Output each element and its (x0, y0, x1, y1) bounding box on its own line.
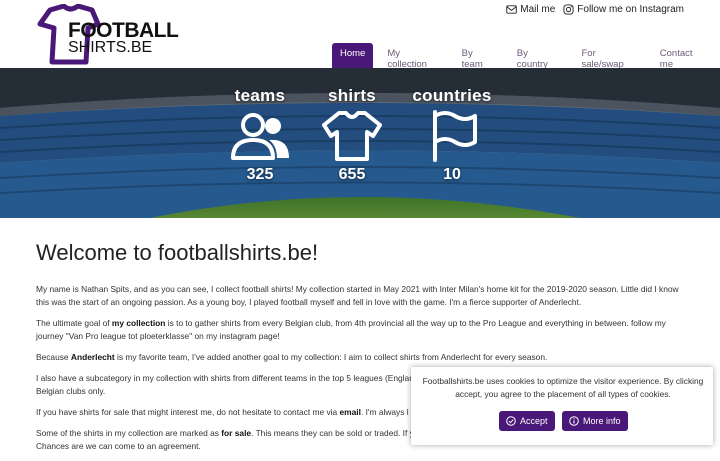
my-collection-link[interactable]: my collection (112, 318, 166, 328)
for-sale-link[interactable]: for sale (221, 428, 251, 438)
stat-shirts: shirts 655 (312, 86, 392, 184)
more-info-label: More info (583, 416, 621, 426)
stat-teams: teams 325 (220, 86, 300, 184)
accept-label: Accept (520, 416, 548, 426)
page-title: Welcome to footballshirts.be! (36, 240, 319, 265)
stat-shirts-label: shirts (327, 86, 377, 105)
check-circle-icon (506, 416, 516, 426)
stat-teams-value: 325 (246, 166, 274, 183)
hero-banner: teams 325 shirts 655 countries 10 (0, 68, 720, 218)
users-icon (231, 113, 289, 160)
info-circle-icon (569, 416, 579, 426)
stat-teams-label: teams (234, 86, 286, 105)
site-logo[interactable]: FOOTBALL SHIRTS.BE (36, 4, 179, 65)
anderlecht-link[interactable]: Anderlecht (71, 352, 115, 362)
stat-countries-value: 10 (443, 166, 461, 183)
intro-paragraph: My name is Nathan Spits, and as you can … (36, 284, 679, 307)
anderlecht-paragraph: Because Anderlecht is my favorite team, … (36, 352, 548, 362)
top-links: Mail me Follow me on Instagram (506, 4, 684, 15)
mail-icon (506, 5, 517, 14)
stat-countries-label: countries (412, 86, 492, 105)
more-info-button[interactable]: More info (562, 411, 628, 431)
mail-me-link[interactable]: Mail me (506, 4, 555, 15)
site-header: FOOTBALL SHIRTS.BE Mail me Follow me on … (0, 0, 720, 75)
stat-countries: countries 10 (412, 86, 492, 184)
goal-paragraph: The ultimate goal of my collection is to… (36, 318, 666, 341)
email-link[interactable]: email (340, 407, 361, 417)
mail-me-label: Mail me (520, 4, 556, 15)
cookie-banner: Footballshirts.be uses cookies to optimi… (411, 367, 713, 445)
stat-shirts-value: 655 (338, 166, 366, 183)
logo-text-football: FOOTBALL (68, 19, 179, 42)
instagram-icon (563, 4, 574, 15)
accept-cookies-button[interactable]: Accept (499, 411, 555, 431)
instagram-label: Follow me on Instagram (577, 4, 684, 15)
cookie-text: Footballshirts.be uses cookies to optimi… (422, 376, 704, 399)
flag-icon (433, 110, 477, 162)
shirt-icon (322, 111, 382, 161)
instagram-link[interactable]: Follow me on Instagram (563, 4, 684, 15)
